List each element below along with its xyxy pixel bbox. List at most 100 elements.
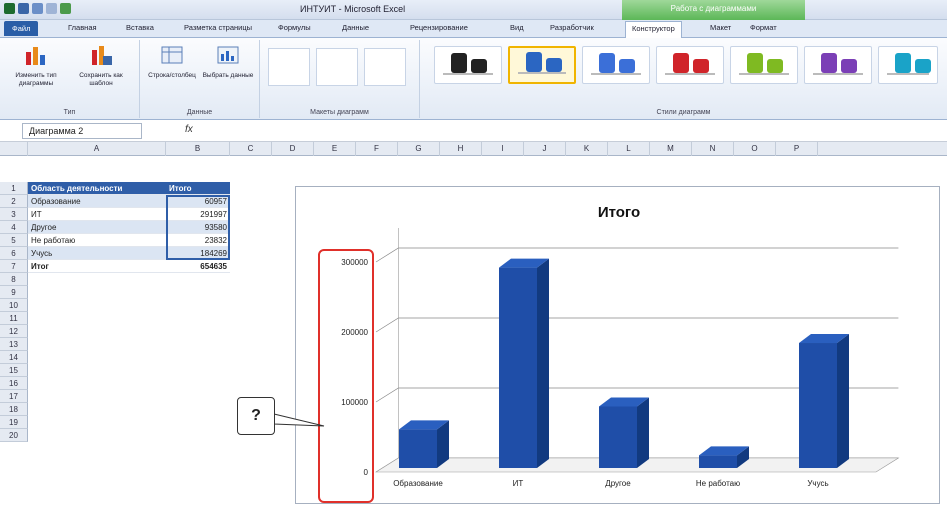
- column-header-k[interactable]: K: [566, 142, 608, 156]
- column-header-n[interactable]: N: [692, 142, 734, 156]
- column-header-m[interactable]: M: [650, 142, 692, 156]
- bar-side-2: [637, 397, 649, 468]
- x-category-label: Не работаю: [696, 479, 740, 488]
- title-bar: ИНТУИТ - Microsoft Excel Работа с диагра…: [0, 0, 947, 20]
- row-header-4[interactable]: 4: [0, 221, 28, 234]
- name-box[interactable]: Диаграмма 2: [22, 123, 142, 139]
- ribbon: Изменить тип диаграммы Сохранить как шаб…: [0, 38, 947, 120]
- column-header-c[interactable]: C: [230, 142, 272, 156]
- chart-style-3[interactable]: [582, 46, 650, 84]
- row-header-16[interactable]: 16: [0, 377, 28, 390]
- bar-front-1: [499, 267, 537, 468]
- group-chart-layouts: Макеты диаграмм: [260, 40, 420, 118]
- switch-row-column-button[interactable]: Строка/столбец: [144, 44, 200, 80]
- column-header-i[interactable]: I: [482, 142, 524, 156]
- row-header-19[interactable]: 19: [0, 416, 28, 429]
- tab-format[interactable]: Формат: [750, 23, 777, 32]
- row-header-20[interactable]: 20: [0, 429, 28, 442]
- cell-label-2[interactable]: ИТ: [28, 208, 166, 221]
- column-header-b[interactable]: B: [166, 142, 230, 156]
- header-total[interactable]: Итого: [166, 182, 230, 195]
- row-header-7[interactable]: 7: [0, 260, 28, 273]
- chart-title: Итого: [598, 204, 640, 221]
- bar-front-0: [399, 429, 437, 468]
- row-header-8[interactable]: 8: [0, 273, 28, 286]
- save-icon[interactable]: [18, 3, 29, 14]
- tab-layout[interactable]: Макет: [710, 23, 731, 32]
- row-header-5[interactable]: 5: [0, 234, 28, 247]
- row-header-12[interactable]: 12: [0, 325, 28, 338]
- select-all-corner[interactable]: [0, 142, 28, 156]
- row-header-18[interactable]: 18: [0, 403, 28, 416]
- row-header-17[interactable]: 17: [0, 390, 28, 403]
- y-axis-highlight: [318, 249, 374, 503]
- row-header-6[interactable]: 6: [0, 247, 28, 260]
- row-header-13[interactable]: 13: [0, 338, 28, 351]
- header-area[interactable]: Область деятельности: [28, 182, 166, 195]
- change-chart-type-button[interactable]: Изменить тип диаграммы: [6, 44, 66, 88]
- bar-chart: Итого0100000200000300000Образование ИТ Дру…: [341, 204, 900, 488]
- cell-total-value[interactable]: 654635: [166, 260, 230, 273]
- chart-object[interactable]: Итого 0 100000 200000 300000 Образование ИТ Дру…: [295, 186, 940, 504]
- chart-style-2-selected[interactable]: [508, 46, 576, 84]
- bar-front-3: [699, 455, 737, 468]
- chart-style-5[interactable]: [730, 46, 798, 84]
- tab-design[interactable]: Конструктор: [625, 21, 682, 38]
- tab-page-layout[interactable]: Разметка страницы: [184, 23, 252, 32]
- tab-file[interactable]: Файл: [4, 21, 39, 36]
- tab-home[interactable]: Главная: [68, 23, 97, 32]
- chart-style-1[interactable]: [434, 46, 502, 84]
- row-header-14[interactable]: 14: [0, 351, 28, 364]
- column-header-a[interactable]: A: [28, 142, 166, 156]
- group-chart-styles: Стили диаграмм: [420, 40, 947, 118]
- column-header-f[interactable]: F: [356, 142, 398, 156]
- row-header-1[interactable]: 1: [0, 182, 28, 195]
- layout-option-2[interactable]: [316, 48, 358, 86]
- row-header-3[interactable]: 3: [0, 208, 28, 221]
- save-template-icon: [92, 46, 112, 65]
- cell-label-1[interactable]: Образование: [28, 195, 166, 208]
- column-header-p[interactable]: P: [776, 142, 818, 156]
- row-header-15[interactable]: 15: [0, 364, 28, 377]
- layout-option-1[interactable]: [268, 48, 310, 86]
- column-header-e[interactable]: E: [314, 142, 356, 156]
- tab-review[interactable]: Рецензирование: [410, 23, 468, 32]
- gridline-300000: [375, 247, 899, 263]
- column-header-d[interactable]: D: [272, 142, 314, 156]
- chart-tools-context-label: Работа с диаграммами: [622, 0, 805, 20]
- row-header-9[interactable]: 9: [0, 286, 28, 299]
- redo-icon[interactable]: [46, 3, 57, 14]
- chart-quick-icon[interactable]: [60, 3, 71, 14]
- quick-access-toolbar: [4, 3, 71, 14]
- excel-icon[interactable]: [4, 3, 15, 14]
- undo-icon[interactable]: [32, 3, 43, 14]
- column-header-o[interactable]: O: [734, 142, 776, 156]
- chart-style-7[interactable]: [878, 46, 938, 84]
- x-category-label: Другое: [605, 479, 631, 488]
- window-title: ИНТУИТ - Microsoft Excel: [300, 4, 406, 14]
- tab-developer[interactable]: Разработчик: [550, 23, 594, 32]
- cell-label-5[interactable]: Учусь: [28, 247, 166, 260]
- fx-icon[interactable]: fx: [185, 124, 193, 135]
- cell-label-3[interactable]: Другое: [28, 221, 166, 234]
- chart-style-6[interactable]: [804, 46, 872, 84]
- save-as-template-button[interactable]: Сохранить как шаблон: [70, 44, 132, 88]
- cell-label-4[interactable]: Не работаю: [28, 234, 166, 247]
- tab-insert[interactable]: Вставка: [126, 23, 154, 32]
- column-header-j[interactable]: J: [524, 142, 566, 156]
- tab-view[interactable]: Вид: [510, 23, 524, 32]
- select-data-button[interactable]: Выбрать данные: [200, 44, 256, 80]
- bar-side-4: [837, 334, 849, 468]
- column-header-g[interactable]: G: [398, 142, 440, 156]
- cell-total-label[interactable]: Итог: [28, 260, 166, 273]
- tab-formulas[interactable]: Формулы: [278, 23, 311, 32]
- column-header-l[interactable]: L: [608, 142, 650, 156]
- row-header-11[interactable]: 11: [0, 312, 28, 325]
- row-header-10[interactable]: 10: [0, 299, 28, 312]
- chart-style-4[interactable]: [656, 46, 724, 84]
- tab-data[interactable]: Данные: [342, 23, 369, 32]
- column-header-h[interactable]: H: [440, 142, 482, 156]
- row-header-2[interactable]: 2: [0, 195, 28, 208]
- x-category-label: Образование: [393, 479, 443, 488]
- layout-option-3[interactable]: [364, 48, 406, 86]
